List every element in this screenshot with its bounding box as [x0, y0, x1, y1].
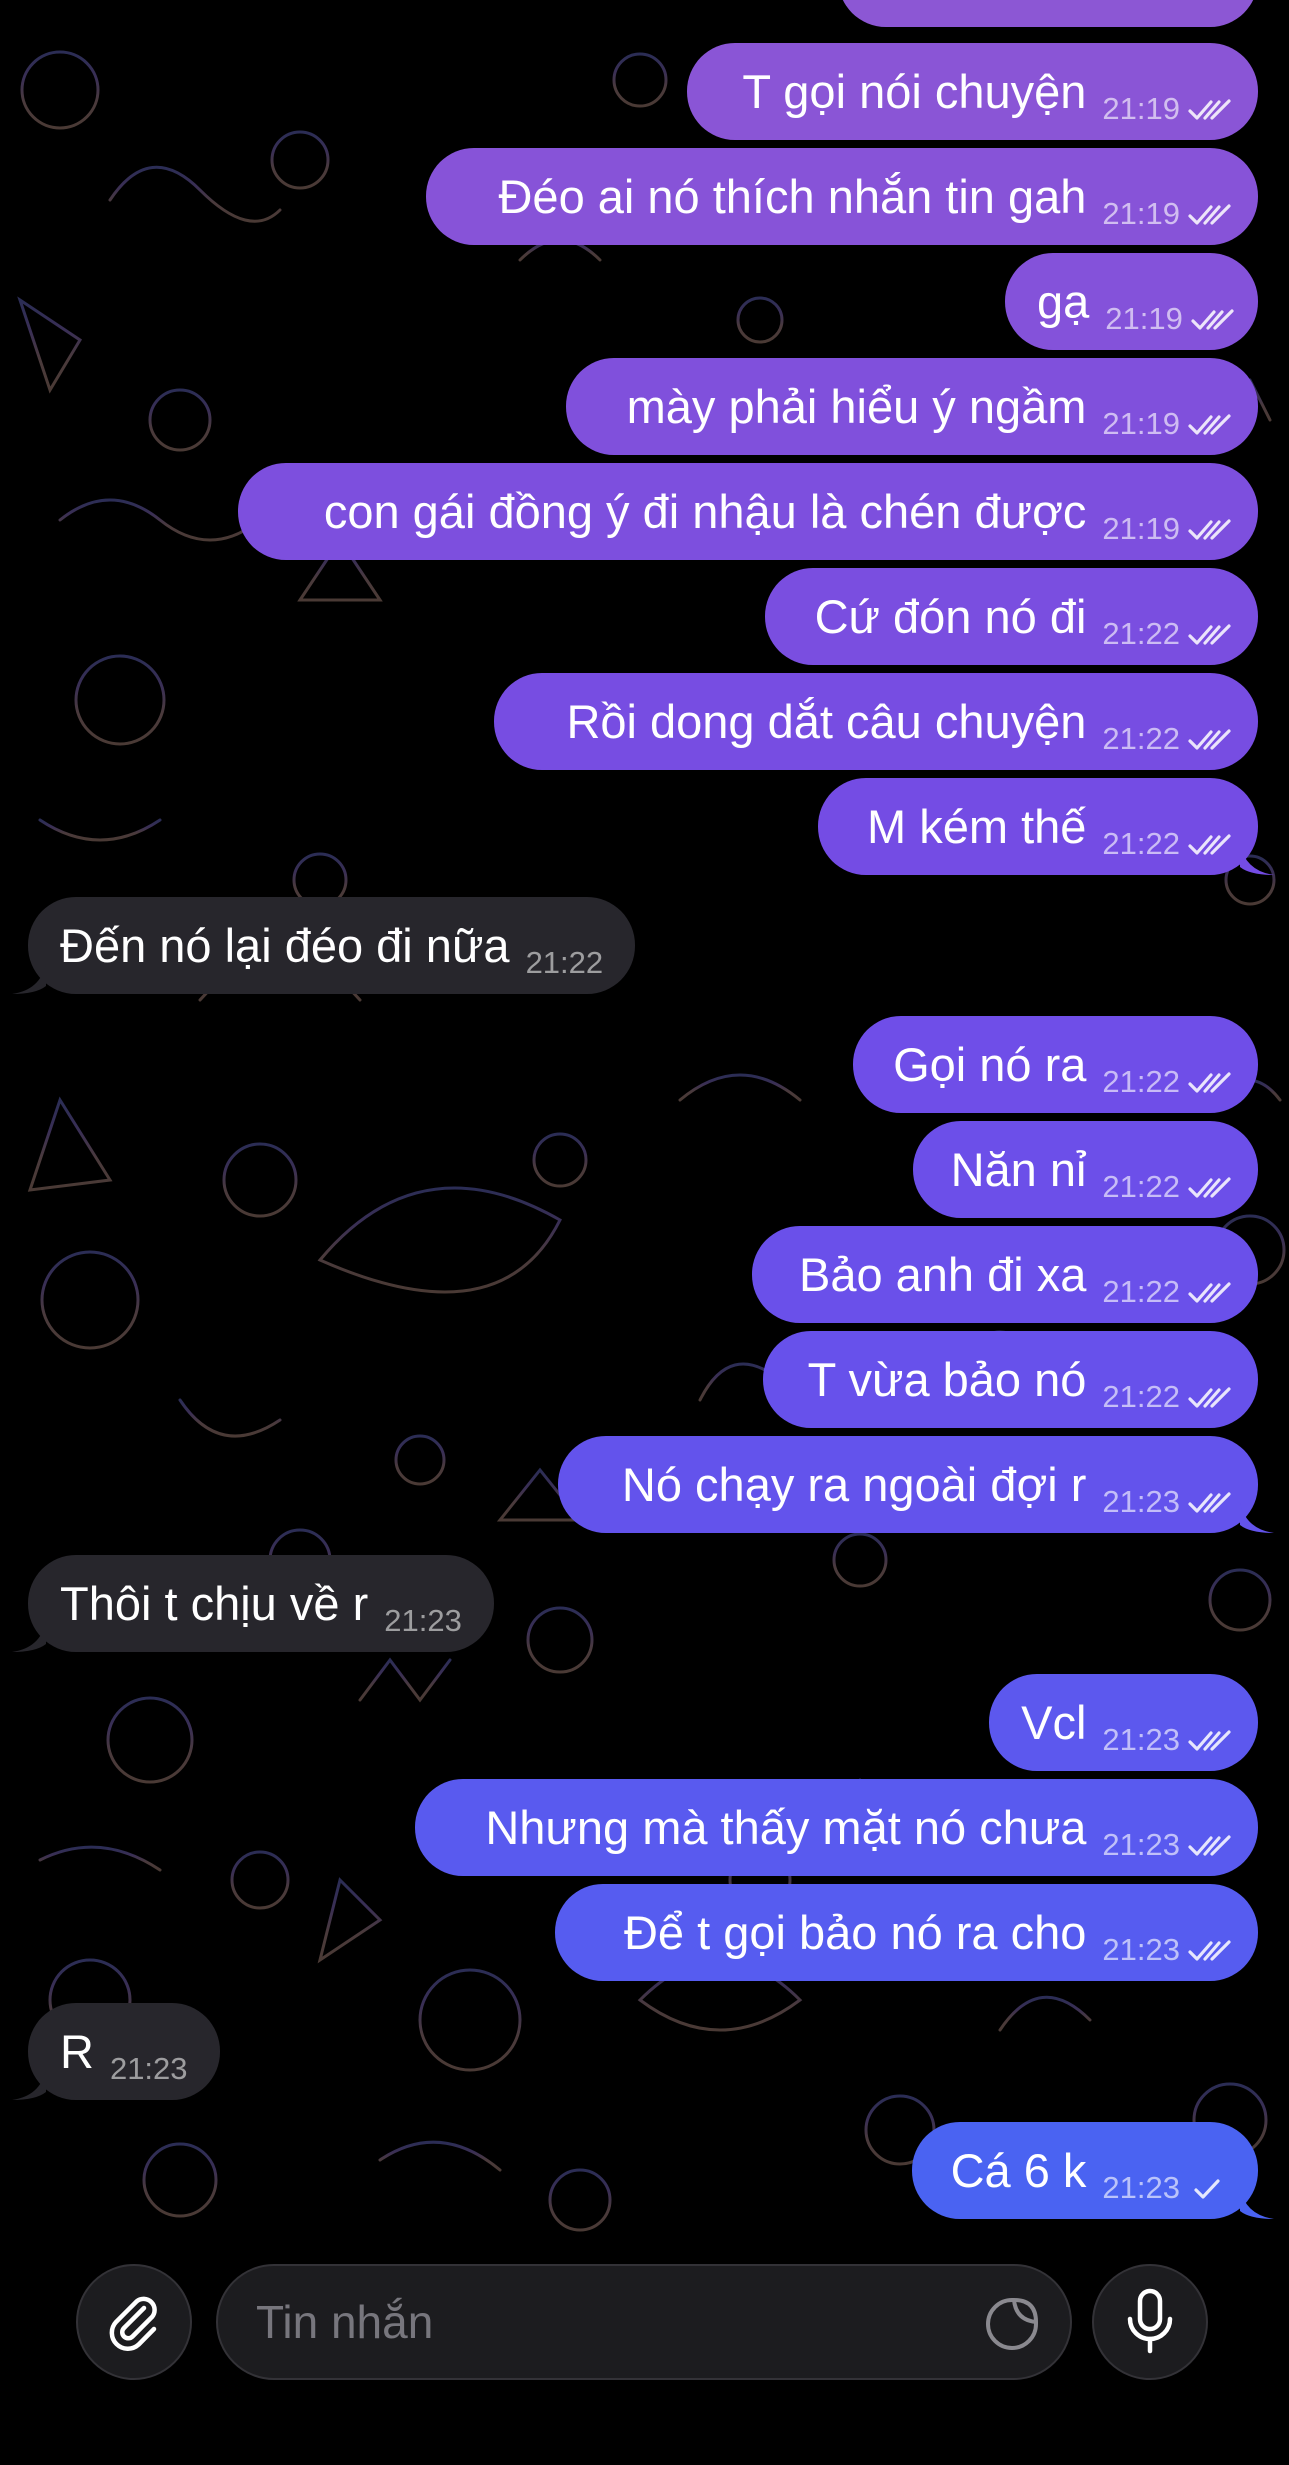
- double-check-icon: [1188, 729, 1231, 750]
- bubble-tail: [12, 964, 46, 994]
- outgoing-message[interactable]: con gái đồng ý đi nhậu là chén được 21:19: [238, 463, 1258, 560]
- outgoing-message[interactable]: Bảo anh đi xa 21:22: [752, 1226, 1258, 1323]
- outgoing-message[interactable]: Cứ đón nó đi 21:22: [765, 568, 1258, 665]
- outgoing-message[interactable]: T vừa bảo nó 21:22: [763, 1331, 1258, 1428]
- message-time: 21:23: [1102, 1722, 1180, 1757]
- message-text: Nó chạy ra ngoài đợi r: [621, 1458, 1087, 1511]
- bubble-tail: [1240, 1503, 1274, 1533]
- message-text: Rồi dong dắt câu chuyện: [566, 695, 1087, 748]
- single-check-icon: [1194, 2179, 1220, 2199]
- message-time: 21:19: [1102, 406, 1180, 441]
- message-time: 21:22: [1102, 826, 1180, 861]
- message-input[interactable]: Tin nhắn: [216, 2264, 1072, 2380]
- message-time: 21:22: [1102, 616, 1180, 651]
- message-text: Gọi nó ra: [893, 1038, 1087, 1091]
- double-check-icon: [1188, 414, 1231, 435]
- message-time: 21:22: [525, 945, 604, 980]
- message-time: 21:19: [1105, 301, 1183, 336]
- outgoing-message[interactable]: M kém thế 21:22: [818, 778, 1274, 875]
- message-text: con gái đồng ý đi nhậu là chén được: [323, 485, 1087, 538]
- outgoing-message-partial[interactable]: [838, 0, 1258, 27]
- incoming-message[interactable]: R 21:23: [12, 2003, 220, 2100]
- outgoing-message[interactable]: Năn nỉ 21:22: [913, 1121, 1258, 1218]
- sticker-icon[interactable]: [982, 2294, 1042, 2354]
- double-check-icon: [1188, 1177, 1231, 1198]
- message-time: 21:22: [1102, 1169, 1180, 1204]
- message-text: Năn nỉ: [950, 1143, 1087, 1196]
- message-time: 21:22: [1102, 721, 1180, 756]
- message-text: Nhưng mà thấy mặt nó chưa: [485, 1801, 1087, 1854]
- message-text: gạ: [1037, 275, 1090, 328]
- message-text: Để t gọi bảo nó ra cho: [623, 1906, 1087, 1959]
- outgoing-message[interactable]: mày phải hiểu ý ngầm 21:19: [566, 358, 1258, 455]
- message-text: Đéo ai nó thích nhắn tin gah: [498, 170, 1087, 223]
- message-time: 21:19: [1102, 91, 1180, 126]
- double-check-icon: [1188, 834, 1231, 855]
- message-time: 21:23: [1102, 2170, 1180, 2205]
- double-check-icon: [1188, 1387, 1231, 1408]
- double-check-icon: [1188, 519, 1231, 540]
- voice-record-button[interactable]: [1092, 2264, 1208, 2380]
- message-text: Thôi t chịu về r: [60, 1577, 369, 1630]
- message-time: 21:23: [384, 1603, 462, 1638]
- message-text: T gọi nói chuyện: [742, 65, 1087, 118]
- message-text: R: [60, 2025, 94, 2078]
- message-text: Bảo anh đi xa: [798, 1248, 1087, 1301]
- message-text: Vcl: [1021, 1696, 1087, 1749]
- message-input-placeholder: Tin nhắn: [256, 2296, 434, 2348]
- double-check-icon: [1188, 1730, 1231, 1751]
- outgoing-message[interactable]: T gọi nói chuyện 21:19: [687, 43, 1258, 140]
- outgoing-message[interactable]: Cá 6 k 21:23: [912, 2122, 1274, 2219]
- outgoing-message[interactable]: Đéo ai nó thích nhắn tin gah 21:19: [426, 148, 1258, 245]
- bubble-tail: [1240, 2189, 1274, 2219]
- bubble-tail: [12, 2070, 46, 2100]
- message-text: mày phải hiểu ý ngầm: [626, 380, 1087, 433]
- outgoing-message[interactable]: Nhưng mà thấy mặt nó chưa 21:23: [415, 1779, 1258, 1876]
- message-text: Cá 6 k: [950, 2144, 1087, 2197]
- message-time: 21:23: [1102, 1932, 1180, 1967]
- message-time: 21:23: [109, 2051, 188, 2086]
- message-text: T vừa bảo nó: [807, 1353, 1087, 1406]
- outgoing-message[interactable]: Vcl 21:23: [989, 1674, 1258, 1771]
- bubble-tail: [1240, 845, 1274, 875]
- message-text: Cứ đón nó đi: [814, 590, 1087, 643]
- double-check-icon: [1188, 624, 1231, 645]
- bubble-tail: [12, 1622, 46, 1652]
- attach-button[interactable]: [76, 2264, 192, 2380]
- double-check-icon: [1188, 1835, 1231, 1856]
- incoming-message[interactable]: Đến nó lại đéo đi nữa 21:22: [12, 897, 636, 994]
- double-check-icon: [1188, 99, 1231, 120]
- message-time: 21:23: [1102, 1484, 1180, 1519]
- outgoing-message[interactable]: Gọi nó ra 21:22: [853, 1016, 1258, 1113]
- message-time: 21:19: [1102, 196, 1180, 231]
- double-check-icon: [1188, 1072, 1231, 1093]
- microphone-icon: [1127, 2288, 1173, 2354]
- message-text: M kém thế: [867, 800, 1087, 853]
- message-time: 21:23: [1102, 1827, 1180, 1862]
- outgoing-message[interactable]: Rồi dong dắt câu chuyện 21:22: [494, 673, 1258, 770]
- double-check-icon: [1188, 1492, 1231, 1513]
- double-check-icon: [1188, 1940, 1231, 1961]
- double-check-icon: [1188, 1282, 1231, 1303]
- paperclip-icon: [109, 2296, 157, 2351]
- outgoing-message[interactable]: gạ 21:19: [1005, 253, 1258, 350]
- outgoing-message[interactable]: Nó chạy ra ngoài đợi r 21:23: [558, 1436, 1274, 1533]
- message-time: 21:19: [1102, 511, 1180, 546]
- message-time: 21:22: [1102, 1379, 1180, 1414]
- outgoing-message[interactable]: Để t gọi bảo nó ra cho 21:23: [555, 1884, 1258, 1981]
- message-time: 21:22: [1102, 1274, 1180, 1309]
- double-check-icon: [1188, 204, 1231, 225]
- message-time: 21:22: [1102, 1064, 1180, 1099]
- double-check-icon: [1191, 309, 1234, 330]
- incoming-message[interactable]: Thôi t chịu về r 21:23: [12, 1555, 494, 1652]
- message-text: Đến nó lại đéo đi nữa: [60, 919, 510, 972]
- message-input-bar: Tin nhắn: [0, 2240, 1289, 2465]
